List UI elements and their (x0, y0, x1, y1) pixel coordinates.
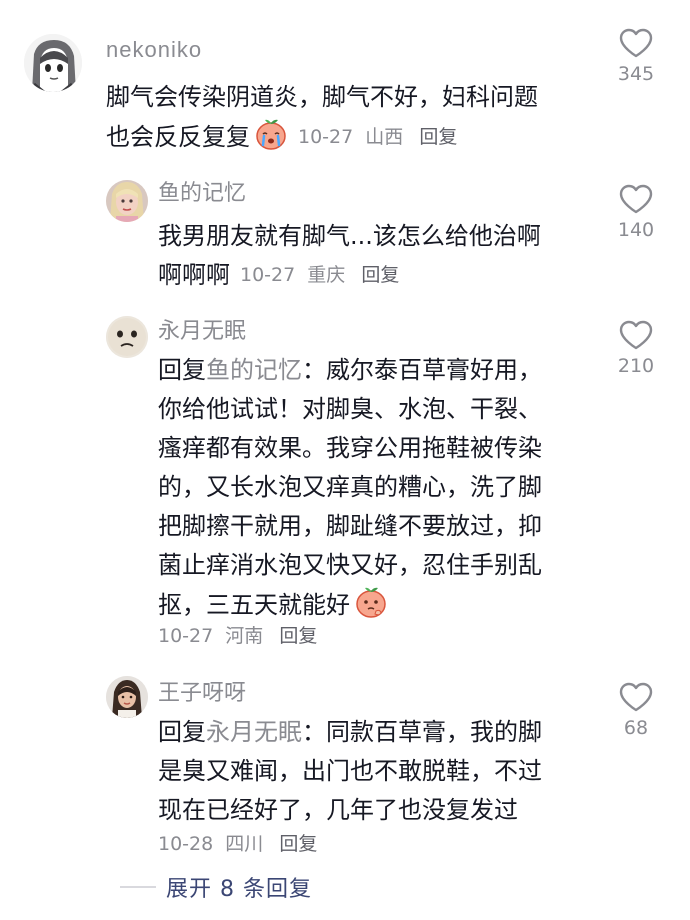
comment-date: 10-27 (158, 625, 214, 647)
comment-date: 10-27 (298, 126, 354, 148)
reply-target-link[interactable]: 永月无眠 (206, 718, 302, 746)
comment-location: 重庆 (307, 264, 346, 286)
crying-peach-emoji-icon (254, 117, 288, 151)
comment-text-line: 抠，三五天就能好 (158, 585, 542, 624)
like-button[interactable]: 210 (606, 320, 666, 378)
comment-meta: 10-28 四川 回复 (158, 830, 323, 858)
comment-text: 我男朋友就有脚气...该怎么给他治啊 啊啊啊 10-27 重庆 回复 (158, 217, 541, 295)
comment-meta: 10-27 重庆 回复 (240, 256, 405, 295)
comment-username[interactable]: 鱼的记忆 (158, 180, 246, 208)
reply-prefix: 回复 (158, 718, 206, 746)
comment-text-line: 我男朋友就有脚气...该怎么给他治啊 (158, 222, 541, 250)
worried-face-avatar-icon (106, 316, 148, 358)
comment-text-line: 是臭又难闻，出门也不敢脱鞋，不过 (158, 757, 542, 785)
comment-text-line-content: 啊啊啊 (158, 261, 230, 289)
comment-text-line: 回复鱼的记忆：威尔泰百草膏好用， (158, 351, 542, 390)
reply-button[interactable]: 回复 (279, 833, 317, 855)
comment-username[interactable]: 王子呀呀 (158, 680, 246, 708)
avatar[interactable] (106, 676, 148, 718)
comment-meta: 10-27 山西 回复 (298, 118, 463, 157)
comment-text-line: 回复永月无眠：同款百草膏，我的脚 (158, 713, 542, 752)
comment-text-line: 的，又长水泡又痒真的糟心，洗了脚 (158, 473, 542, 501)
comment-text-line-content: ：威尔泰百草膏好用， (302, 356, 542, 384)
like-count: 68 (623, 717, 649, 739)
comment-date: 10-27 (240, 264, 296, 286)
like-button[interactable]: 140 (606, 184, 666, 242)
like-count: 345 (617, 63, 655, 85)
like-button[interactable]: 345 (606, 28, 666, 86)
expand-replies-label: 展开 8 条回复 (166, 877, 312, 902)
reply-button[interactable]: 回复 (279, 625, 317, 647)
reply-target-link[interactable]: 鱼的记忆 (206, 356, 302, 384)
comment-text: 脚气会传染阴道炎，脚气不好，妇科问题 也会反反复复 10-27 山西 回复 (106, 78, 538, 156)
comment-meta: 10-27 河南 回复 (158, 622, 323, 650)
comment-text-line: 你给他试试！对脚臭、水泡、干裂、 (158, 395, 542, 423)
comment-text-line: 把脚擦干就用，脚趾缝不要放过，抑 (158, 512, 542, 540)
avatar[interactable] (24, 34, 82, 92)
comment-location: 河南 (225, 625, 264, 647)
heart-outline-icon (619, 184, 653, 214)
heart-outline-icon (619, 682, 653, 712)
comment-text-line: 菌止痒消水泡又快又好，忍住手别乱 (158, 551, 542, 579)
blonde-person-avatar-icon (106, 180, 148, 222)
comment-text-line-content: ：同款百草膏，我的脚 (302, 718, 542, 746)
reply-prefix: 回复 (158, 356, 206, 384)
comment-text-line-content: 抠，三五天就能好 (158, 591, 350, 619)
comment-text-line: 现在已经好了，几年了也没复发过 (158, 796, 518, 824)
comment-text: 回复永月无眠：同款百草膏，我的脚 是臭又难闻，出门也不敢脱鞋，不过 现在已经好了… (158, 713, 542, 830)
like-button[interactable]: 68 (606, 682, 666, 740)
comment-location: 山西 (365, 126, 404, 148)
heart-outline-icon (619, 28, 653, 58)
comment-location: 四川 (225, 833, 264, 855)
comment-text-line: 也会反反复复 10-27 山西 回复 (106, 117, 538, 156)
like-count: 140 (617, 219, 655, 241)
avatar[interactable] (106, 180, 148, 222)
comment-date: 10-28 (158, 833, 214, 855)
expand-replies-button[interactable]: 展开 8 条回复 (120, 870, 312, 904)
heart-outline-icon (619, 320, 653, 350)
comment-username[interactable]: nekoniko (106, 36, 202, 64)
girl-photo-avatar-icon (106, 676, 148, 718)
comment-text-line: 脚气会传染阴道炎，脚气不好，妇科问题 (106, 83, 538, 111)
comment-text-line: 瘙痒都有效果。我穿公用拖鞋被传染 (158, 434, 542, 462)
comment-text: 回复鱼的记忆：威尔泰百草膏好用， 你给他试试！对脚臭、水泡、干裂、 瘙痒都有效果… (158, 351, 542, 624)
reply-button[interactable]: 回复 (419, 126, 457, 148)
like-count: 210 (617, 355, 655, 377)
comment-username[interactable]: 永月无眠 (158, 318, 246, 346)
comment-text-line: 啊啊啊 10-27 重庆 回复 (158, 256, 541, 295)
anime-girl-avatar-icon (24, 34, 82, 92)
avatar[interactable] (106, 316, 148, 358)
reply-button[interactable]: 回复 (361, 264, 399, 286)
comment-text-line-content: 也会反反复复 (106, 123, 250, 151)
thinking-peach-emoji-icon (354, 585, 388, 619)
divider-dash (120, 886, 156, 888)
